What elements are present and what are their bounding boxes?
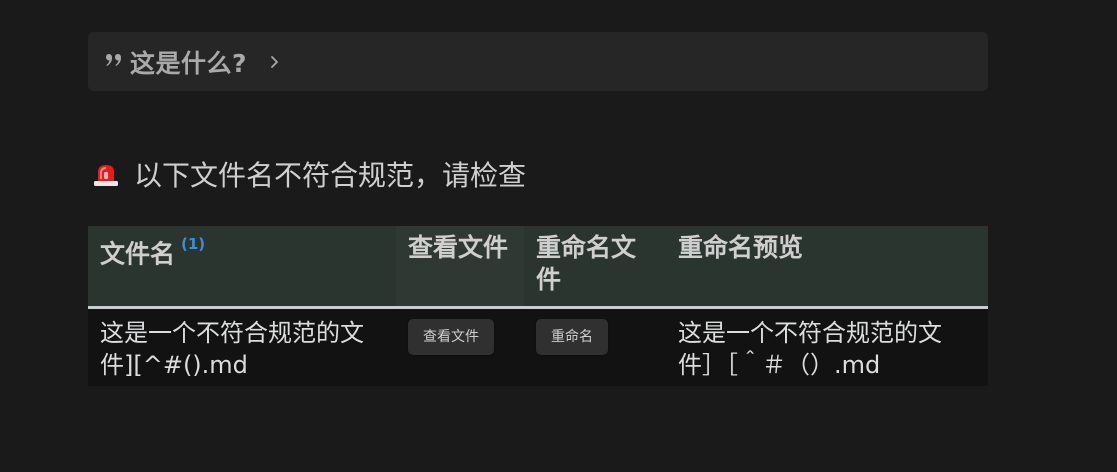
quote-icon	[102, 50, 126, 74]
header-filename: 文件名 (1)	[88, 226, 396, 306]
header-filename-label: 文件名	[100, 239, 176, 269]
footnote-link[interactable]: (1)	[181, 235, 205, 253]
chevron-right-icon[interactable]	[267, 54, 283, 70]
cell-view: 查看文件	[396, 309, 524, 386]
heading-text: 以下文件名不符合规范，请检查	[134, 159, 527, 192]
callout[interactable]: 这是什么?	[88, 32, 988, 91]
table-row: 这是一个不符合规范的文件][^#().md 查看文件 重命名 这是一个不符合规范…	[88, 309, 988, 386]
cell-preview: 这是一个不符合规范的文件］［＾＃（）.md	[678, 319, 942, 379]
page: 这是什么? 以下文件名不符合规范，请检查 文件名 (1) 查看文件 重命名文件 重…	[0, 0, 1117, 472]
cell-rename: 重命名	[524, 309, 666, 386]
cell-filename: 这是一个不符合规范的文件][^#().md	[100, 319, 364, 379]
view-file-button[interactable]: 查看文件	[408, 319, 494, 355]
table-header-row: 文件名 (1) 查看文件 重命名文件 重命名预览	[88, 226, 988, 309]
rename-button[interactable]: 重命名	[536, 319, 608, 355]
header-rename: 重命名文件	[536, 233, 637, 294]
siren-icon	[90, 158, 122, 190]
callout-title: 这是什么?	[130, 48, 248, 78]
invalid-files-table: 文件名 (1) 查看文件 重命名文件 重命名预览 这是一个不符合规范的文件][^#…	[88, 226, 988, 386]
header-preview: 重命名预览	[678, 233, 804, 262]
header-view: 查看文件	[396, 226, 524, 306]
section-heading: 以下文件名不符合规范，请检查	[90, 154, 526, 194]
